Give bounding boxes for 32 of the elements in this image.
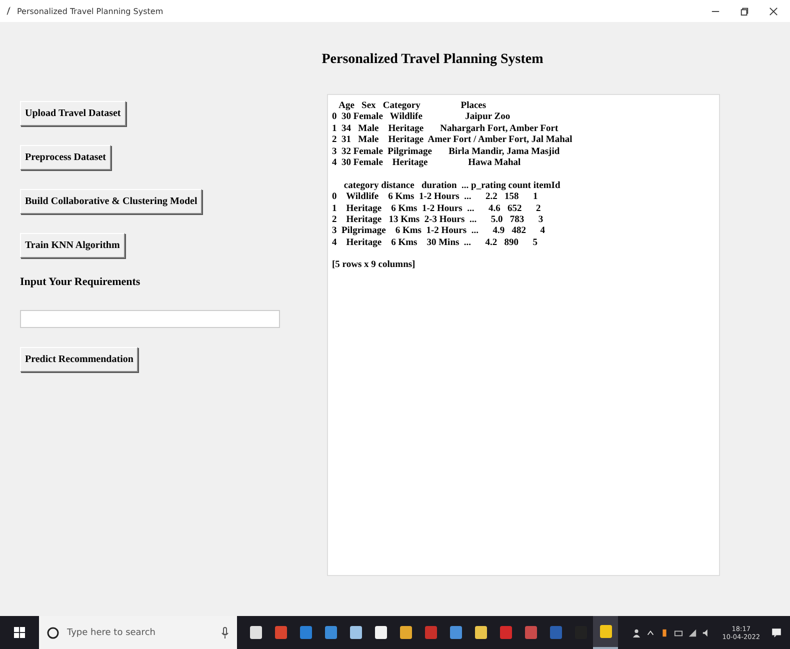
output-line: 2 Heritage 13 Kms 2-3 Hours ... 5.0 783 3 <box>332 214 544 226</box>
output-line: 0 Wildlife 6 Kms 1-2 Hours ... 2.2 158 1 <box>332 192 538 204</box>
output-line: 1 34 Male Heritage Nahargarh Fort, Amber Fort <box>332 124 558 135</box>
circle-icon <box>47 626 59 638</box>
output-line: 2 31 Male Heritage Amer Fort / Amber Fort, Jal Mahal <box>332 135 572 147</box>
requirements-label: Input Your Requirements <box>20 276 140 288</box>
window-title: Personalized Travel Planning System <box>17 6 164 16</box>
taskbar-search-field[interactable]: Type here to search <box>39 616 237 649</box>
output-line: 4 Heritage 6 Kms 30 Mins ... 4.2 890 5 <box>332 238 538 250</box>
wifi-icon[interactable] <box>688 628 698 638</box>
restore-icon[interactable] <box>740 6 749 16</box>
taskbar-app-icon[interactable] <box>593 616 618 649</box>
windows-start-icon[interactable] <box>14 627 25 638</box>
output-line: 1 Heritage 6 Kms 1-2 Hours ... 4.6 652 2 <box>332 204 541 215</box>
output-line: category distance duration ... p_rating count itemId <box>342 180 560 192</box>
output-line: 0 30 Female Wildlife Jaipur Zoo <box>332 112 510 124</box>
action-button[interactable]: Predict Recommendation <box>20 347 138 372</box>
output-line: [5 rows x 9 columns] <box>332 260 416 272</box>
notification-icon[interactable] <box>771 626 782 638</box>
close-icon[interactable] <box>769 6 778 16</box>
output-line: 4 30 Female Heritage Hawa Mahal <box>332 158 521 170</box>
requirements-input-field[interactable] <box>20 310 280 328</box>
action-button[interactable]: Train KNN Algorithm <box>20 233 125 258</box>
microphone-icon[interactable] <box>221 626 229 638</box>
output-line: Age Sex Category Places <box>338 101 486 112</box>
output-line: 3 32 Female Pilgrimage Birla Mandir, Jama Masjid <box>332 146 560 158</box>
output-line: 3 Pilgrimage 6 Kms 1-2 Hours ... 4.9 482 4 <box>332 226 545 238</box>
action-button[interactable]: Build Collaborative & Clustering Model <box>20 189 202 214</box>
app-heading: Personalized Travel Planning System <box>320 52 544 68</box>
action-button[interactable]: Upload Travel Dataset <box>20 101 126 126</box>
person-icon[interactable] <box>632 628 642 638</box>
action-button[interactable]: Preprocess Dataset <box>20 145 111 170</box>
